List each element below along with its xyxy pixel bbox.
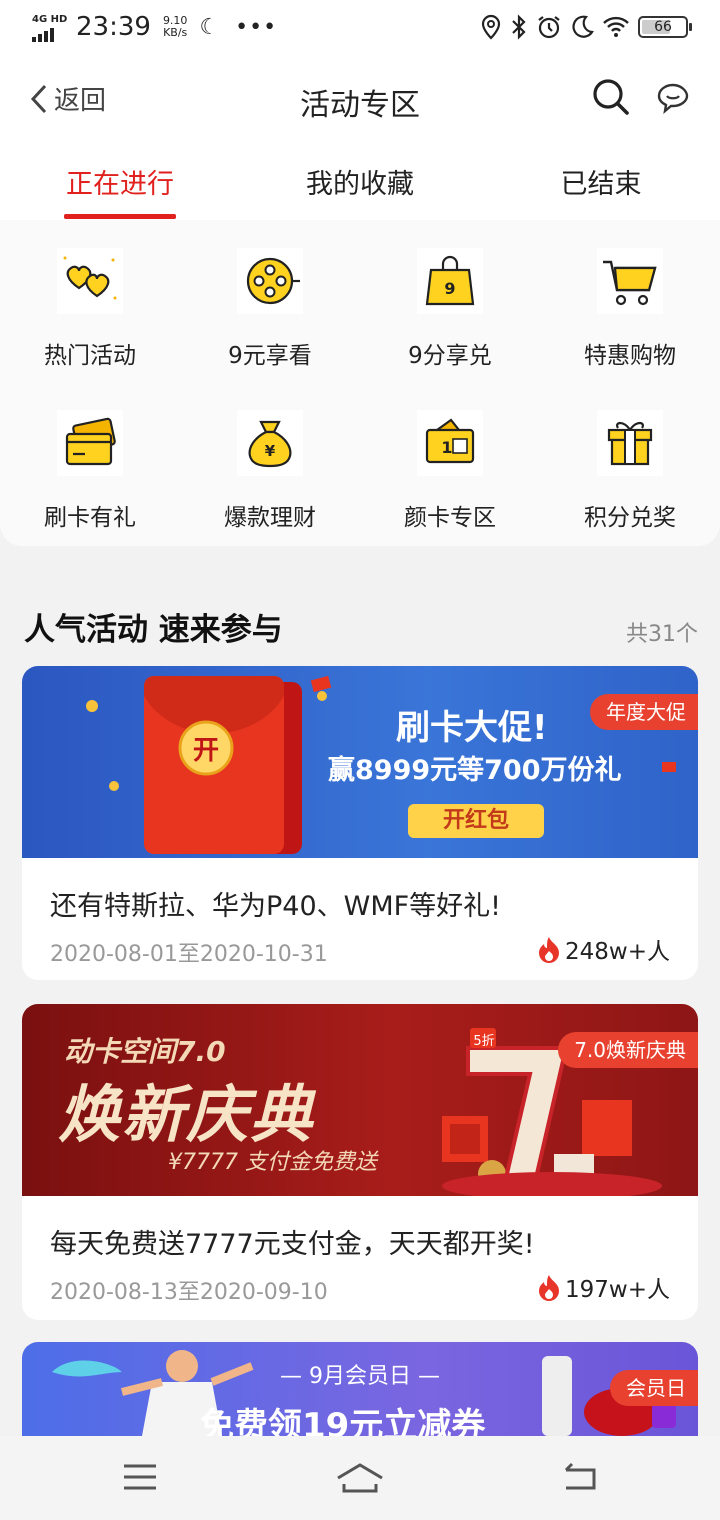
banner-headline: 焕新庆典 xyxy=(58,1078,315,1151)
customer-service-button[interactable] xyxy=(656,82,690,118)
grid-label: 刷卡有礼 xyxy=(44,505,136,531)
activity-tag: 年度大促 xyxy=(590,694,698,730)
home-icon xyxy=(337,1463,383,1493)
activity-tag: 7.0焕新庆典 xyxy=(558,1032,698,1068)
back-arrow-icon xyxy=(564,1462,596,1490)
activity-count: 共31个 xyxy=(626,622,698,647)
wifi-icon xyxy=(603,16,629,37)
more-dots-icon: ••• xyxy=(235,14,278,40)
grid-label: 9分享兑 xyxy=(408,343,492,369)
search-icon xyxy=(593,79,629,115)
network-speed: 9.10 KB/s xyxy=(162,14,188,39)
signal-icon: 4G HD xyxy=(32,12,68,42)
film-reel-icon xyxy=(237,248,303,314)
discount-ticket-icon: 1 xyxy=(417,410,483,476)
hearts-icon xyxy=(57,248,123,314)
location-icon xyxy=(481,14,501,40)
activity-date: 2020-08-13至2020-09-10 xyxy=(50,1280,328,1305)
moon-icon: ☾ xyxy=(199,14,220,40)
activity-tag: 会员日 xyxy=(610,1370,698,1406)
search-button[interactable] xyxy=(592,78,630,120)
section-title: 人气活动 速来参与 xyxy=(24,612,283,648)
envelope-char: 开 xyxy=(192,736,219,766)
grid-label: 爆款理财 xyxy=(224,505,316,531)
participants: 248w+人 xyxy=(537,932,670,966)
nav-bar: 返回 活动专区 xyxy=(0,58,720,142)
money-bag-icon: ¥ xyxy=(237,410,303,476)
grid-item-discount-shopping[interactable]: 特惠购物 xyxy=(540,248,720,370)
banner-subtitle: ¥7777 支付金免费送 xyxy=(168,1150,377,1175)
open-envelope-button[interactable]: 开红包 xyxy=(408,806,544,836)
shopping-cart-icon xyxy=(597,248,663,314)
activity-card[interactable]: — 9月会员日 — 免费领19元立减券 会员日 xyxy=(22,1342,698,1436)
shopping-bag-icon: 9 xyxy=(417,248,483,314)
tab-bar: 正在进行 我的收藏 已结束 xyxy=(0,142,720,220)
activity-banner[interactable]: — 9月会员日 — 免费领19元立减券 会员日 xyxy=(22,1342,698,1436)
banner-headline: 免费领19元立减券 xyxy=(200,1406,486,1436)
grid-item-points-redeem[interactable]: 积分兑奖 xyxy=(540,410,720,532)
fire-icon xyxy=(539,1275,560,1301)
grid-item-9fen-redeem[interactable]: 9 9分享兑 xyxy=(360,248,540,370)
tab-favorites[interactable]: 我的收藏 xyxy=(300,162,420,201)
banner-headline: 刷卡大促! xyxy=(396,708,548,748)
svg-text:1: 1 xyxy=(441,438,452,457)
network-type: 4G HD xyxy=(32,14,68,25)
participants: 197w+人 xyxy=(537,1270,670,1304)
activity-title: 还有特斯拉、华为P40、WMF等好礼! xyxy=(50,891,501,922)
active-tab-indicator xyxy=(64,214,176,219)
system-nav-bar xyxy=(0,1436,720,1520)
discount-badge: 5折 xyxy=(473,1034,495,1049)
grid-label: 热门活动 xyxy=(44,343,136,369)
grid-item-card-gift[interactable]: 刷卡有礼 xyxy=(0,410,180,532)
activity-card[interactable]: 开 刷卡大促! 赢8999元等700万份礼 开红包 年度大促 还有特斯拉、华为P… xyxy=(22,666,698,980)
banner-subtitle: 赢8999元等700万份礼 xyxy=(328,755,622,786)
grid-item-color-card[interactable]: 1 颜卡专区 xyxy=(360,410,540,532)
grid-item-9yuan-watch[interactable]: 9元享看 xyxy=(180,248,360,370)
chat-bubble-icon xyxy=(657,83,689,114)
clock: 23:39 xyxy=(76,12,151,42)
menu-button[interactable] xyxy=(122,1462,158,1496)
activity-banner[interactable]: 开 刷卡大促! 赢8999元等700万份礼 开红包 年度大促 xyxy=(22,666,698,858)
fire-icon xyxy=(539,937,560,963)
activity-card[interactable]: 动卡空间7.0 焕新庆典 ¥7777 支付金免费送 5折 7.0焕新庆典 每天免… xyxy=(22,1004,698,1320)
do-not-disturb-icon xyxy=(572,15,594,38)
banner-subtitle: — 9月会员日 — xyxy=(280,1364,440,1389)
grid-item-hot-finance[interactable]: ¥ 爆款理财 xyxy=(180,410,360,532)
activity-date: 2020-08-01至2020-10-31 xyxy=(50,942,328,967)
home-button[interactable] xyxy=(336,1462,384,1498)
credit-card-icon xyxy=(57,410,123,476)
activity-banner[interactable]: 动卡空间7.0 焕新庆典 ¥7777 支付金免费送 5折 7.0焕新庆典 xyxy=(22,1004,698,1196)
grid-label: 颜卡专区 xyxy=(404,505,496,531)
status-bar: 4G HD 23:39 9.10 KB/s ☾ ••• 66 xyxy=(0,0,720,58)
tab-ended[interactable]: 已结束 xyxy=(546,162,656,201)
grid-label: 特惠购物 xyxy=(584,343,676,369)
activity-title: 每天免费送7777元支付金，天天都开奖! xyxy=(50,1229,535,1260)
svg-text:¥: ¥ xyxy=(265,442,276,460)
bluetooth-icon xyxy=(512,14,526,40)
alarm-icon xyxy=(538,16,560,39)
category-grid: 热门活动 9元享看 9 9分享兑 特惠购物 刷卡有礼 ¥ 爆款理财 1 颜卡专区… xyxy=(0,220,720,546)
grid-item-hot-activities[interactable]: 热门活动 xyxy=(0,248,180,370)
grid-label: 9元享看 xyxy=(228,343,312,369)
battery-icon: 66 xyxy=(638,16,692,38)
gift-box-icon xyxy=(597,410,663,476)
menu-icon xyxy=(124,1464,156,1490)
grid-label: 积分兑奖 xyxy=(584,505,676,531)
svg-text:9: 9 xyxy=(444,279,455,298)
tab-ongoing[interactable]: 正在进行 xyxy=(64,162,176,201)
back-system-button[interactable] xyxy=(560,1462,598,1496)
